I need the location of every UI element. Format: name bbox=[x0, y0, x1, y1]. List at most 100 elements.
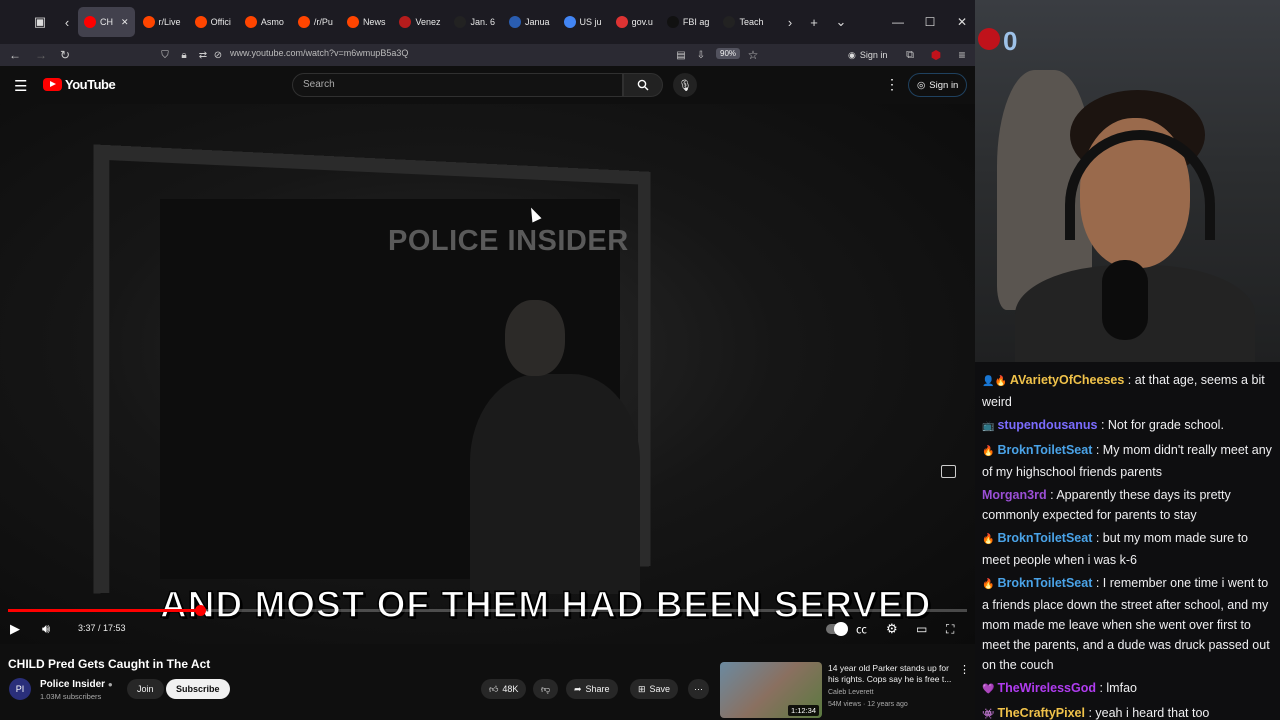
browser-tab[interactable]: Venez bbox=[393, 7, 446, 37]
recommended-title[interactable]: 14 year old Parker stands up for his rig… bbox=[828, 663, 956, 685]
browser-tab[interactable]: /r/Pu bbox=[292, 7, 339, 37]
chat-username[interactable]: AVarietyOfCheeses bbox=[1010, 373, 1124, 387]
dislike-button[interactable]: 👎︎ bbox=[533, 679, 559, 699]
browser-tab[interactable]: gov.u bbox=[610, 7, 659, 37]
tab-favicon-icon bbox=[454, 16, 467, 28]
extensions-icon[interactable]: ⧉ bbox=[899, 44, 921, 66]
account-sign-in[interactable]: ◉ Sign in bbox=[848, 44, 887, 66]
channel-name[interactable]: Police Insider ● bbox=[40, 679, 113, 690]
tab-favicon-icon bbox=[84, 16, 96, 28]
maximize-icon[interactable]: ☐ bbox=[914, 0, 946, 44]
tab-favicon-icon bbox=[142, 16, 155, 28]
chat-username[interactable]: TheWirelessGod bbox=[997, 681, 1096, 695]
chat-username[interactable]: stupendousanus bbox=[997, 418, 1097, 432]
tab-label: News bbox=[362, 17, 386, 27]
more-actions-button[interactable]: ⋯ bbox=[688, 679, 709, 699]
browser-nav-bar: ← → ↻ ⛉ 🔒︎ ⇄ ⊘ www.youtube.com/watch?v=m… bbox=[0, 44, 975, 66]
reload-icon[interactable]: ↻ bbox=[54, 44, 76, 66]
chat-username[interactable]: BroknToiletSeat bbox=[997, 531, 1092, 545]
close-tab-icon[interactable]: ✕ bbox=[121, 17, 129, 28]
tab-label: FBI ag bbox=[682, 17, 710, 27]
recommended-thumbnail[interactable]: 1:12:34 bbox=[720, 662, 822, 718]
chat-username[interactable]: Morgan3rd bbox=[982, 488, 1047, 502]
browser-tab[interactable]: r/Live bbox=[137, 7, 187, 37]
youtube-sign-in-button[interactable]: ◎ Sign in bbox=[908, 73, 968, 97]
url-bar[interactable]: www.youtube.com/watch?v=m6wmupB5a3Q bbox=[230, 48, 408, 58]
webcam-badge-count: 0 bbox=[1003, 26, 1018, 56]
scroll-tabs-left-icon[interactable]: ‹ bbox=[56, 11, 78, 33]
zoom-level[interactable]: 90% bbox=[716, 48, 741, 59]
recommended-menu-icon[interactable]: ⋮ bbox=[959, 663, 970, 676]
ublock-icon[interactable]: ⬢ bbox=[925, 44, 947, 66]
forward-icon[interactable]: → bbox=[30, 44, 52, 66]
settings-menu-icon[interactable]: ⋮ bbox=[885, 76, 899, 93]
tab-list-icon[interactable]: ▣ bbox=[29, 11, 51, 33]
player-controls: ▶ 🔊︎ 3:37 / 17:53 ㏄ ⚙︎ ▭ ⛶ bbox=[0, 617, 975, 641]
browser-tab[interactable]: Janua bbox=[503, 7, 556, 37]
browser-tab[interactable]: Asmo bbox=[239, 7, 290, 37]
recommended-channel[interactable]: Caleb Leverett bbox=[828, 689, 874, 696]
chat-message: 💜 TheWirelessGod : lmfao bbox=[982, 678, 1276, 700]
recommended-duration: 1:12:34 bbox=[787, 705, 819, 716]
tab-label: r/Live bbox=[158, 17, 181, 27]
new-tab-icon[interactable]: + bbox=[803, 11, 825, 33]
video-player[interactable]: POLICE INSIDER AND MOST OF THEM HAD BEEN… bbox=[0, 104, 975, 644]
bookmark-star-icon[interactable]: ☆ bbox=[742, 44, 764, 66]
browser-tab[interactable]: US ju bbox=[558, 7, 608, 37]
progress-bar[interactable] bbox=[8, 605, 967, 616]
tab-label: Jan. 6 bbox=[470, 17, 496, 27]
join-button[interactable]: Join bbox=[127, 679, 164, 699]
share-button[interactable]: ➦ Share bbox=[566, 679, 618, 699]
browser-tab[interactable]: FBI ag bbox=[661, 7, 716, 37]
scrubber-knob[interactable] bbox=[194, 605, 206, 616]
app-menu-icon[interactable]: ≡ bbox=[951, 44, 973, 66]
autoplay-toggle[interactable] bbox=[826, 622, 848, 636]
search-button[interactable] bbox=[623, 73, 663, 97]
chat-message: 👾 TheCraftyPixel : yeah i heard that too bbox=[982, 703, 1276, 720]
scroll-tabs-right-icon[interactable]: › bbox=[779, 11, 801, 33]
tab-overflow-icon[interactable]: ⌄ bbox=[830, 11, 852, 33]
guide-menu-icon[interactable]: ☰ bbox=[14, 77, 27, 95]
thumbs-down-icon: 👎︎ bbox=[541, 683, 551, 694]
chat-message: Morgan3rd : Apparently these days its pr… bbox=[982, 485, 1276, 525]
streamer-webcam: 0 bbox=[975, 0, 1280, 362]
fullscreen-icon[interactable]: ⛶ bbox=[946, 617, 954, 641]
chat-username[interactable]: BroknToiletSeat bbox=[997, 576, 1092, 590]
minimize-icon[interactable]: — bbox=[882, 0, 914, 44]
back-icon[interactable]: ← bbox=[4, 44, 26, 66]
settings-gear-icon[interactable]: ⚙︎ bbox=[886, 617, 898, 641]
browser-tab[interactable]: CH ✕ bbox=[78, 7, 135, 37]
progress-fill bbox=[8, 609, 200, 612]
tab-label: US ju bbox=[579, 17, 602, 27]
save-page-icon[interactable]: ⇩ bbox=[690, 44, 712, 66]
thumbs-up-icon: 👍︎ bbox=[489, 683, 499, 694]
chat-badge-icon: 👾 bbox=[982, 709, 995, 720]
chat-text: yeah i heard that too bbox=[1095, 706, 1210, 720]
browser-tab[interactable]: Jan. 6 bbox=[448, 7, 501, 37]
reader-view-icon[interactable]: ▤ bbox=[670, 44, 692, 66]
channel-avatar[interactable]: PI bbox=[9, 678, 31, 700]
tab-label: Venez bbox=[415, 17, 441, 27]
miniplayer-icon[interactable] bbox=[941, 465, 956, 478]
browser-tab[interactable]: Offici bbox=[189, 7, 237, 37]
subtitles-icon[interactable]: ㏄ bbox=[856, 617, 867, 641]
like-button[interactable]: 👍︎ 48K bbox=[481, 679, 527, 699]
browser-tab[interactable]: News bbox=[341, 7, 392, 37]
save-button[interactable]: ⊞ Save bbox=[630, 679, 679, 699]
search-input[interactable]: Search bbox=[292, 73, 623, 97]
chat-username[interactable]: BroknToiletSeat bbox=[997, 443, 1092, 457]
subscribe-button[interactable]: Subscribe bbox=[166, 679, 230, 699]
play-icon[interactable]: ▶ bbox=[10, 617, 20, 641]
tracking-icon[interactable]: ⊘ bbox=[207, 44, 229, 66]
chat-separator: : bbox=[1092, 531, 1103, 545]
youtube-logo[interactable]: YouTube bbox=[43, 77, 116, 92]
close-window-icon[interactable]: ✕ bbox=[946, 0, 978, 44]
volume-icon[interactable]: 🔊︎ bbox=[42, 617, 50, 641]
chat-badge-icon: 👤🔥 bbox=[982, 376, 1007, 387]
tab-favicon-icon bbox=[346, 16, 359, 28]
browser-tab[interactable]: Teach bbox=[717, 7, 769, 37]
voice-search-button[interactable]: 🎙︎ bbox=[673, 73, 697, 97]
recommended-meta: 54M views · 12 years ago bbox=[828, 701, 908, 708]
theater-mode-icon[interactable]: ▭ bbox=[916, 617, 927, 641]
chat-username[interactable]: TheCraftyPixel bbox=[997, 706, 1085, 720]
